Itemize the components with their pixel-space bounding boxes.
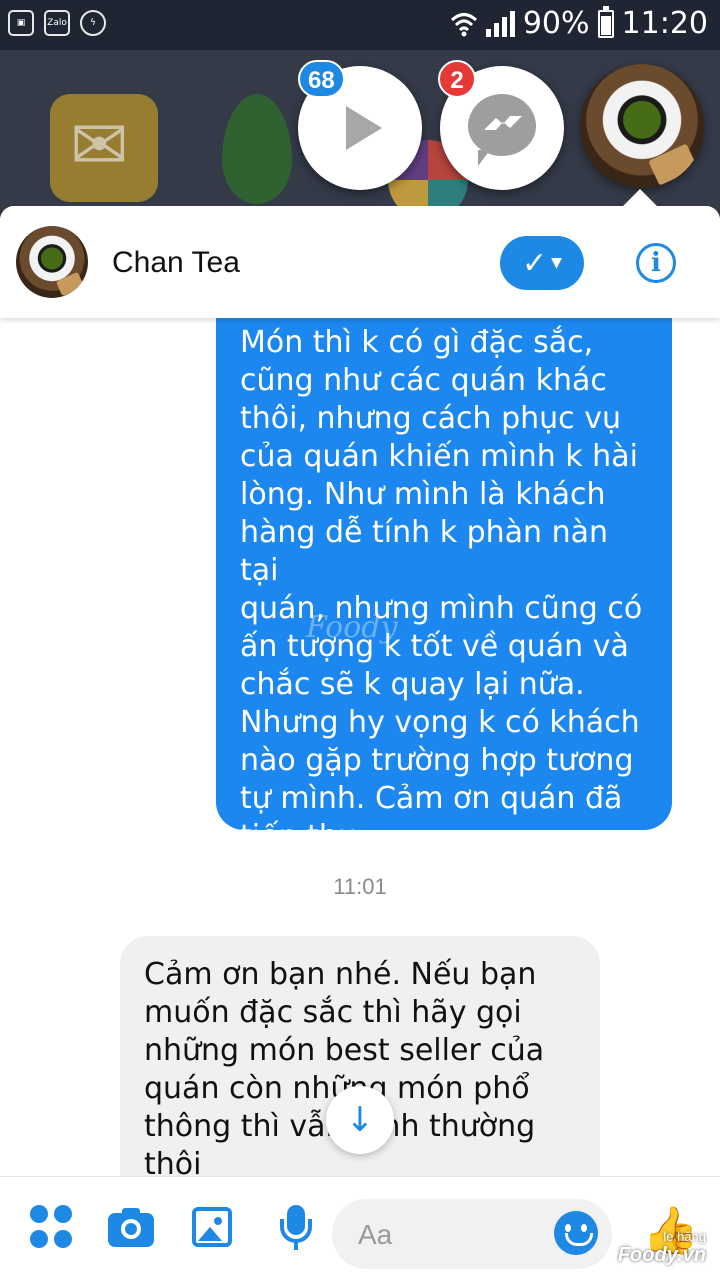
- check-icon: ✓: [522, 245, 548, 281]
- foody-logo-watermark: le hăng Foody.vn: [618, 1229, 706, 1267]
- microphone-icon[interactable]: [278, 1205, 322, 1250]
- messenger-icon: ϟ: [80, 10, 106, 36]
- status-bar: ▣ Zalo ϟ 90% 11:20: [0, 0, 720, 50]
- info-button[interactable]: i: [636, 243, 676, 283]
- conversation-header: Chan Tea ✓ ▼ i: [0, 206, 720, 318]
- conversation-panel: Món thì k có gì đặc sắc, cũng như các qu…: [0, 206, 720, 1280]
- zalo-icon: Zalo: [44, 10, 70, 36]
- snapseed-app-icon: [222, 94, 292, 204]
- zalo-label: Zalo: [47, 18, 67, 28]
- notification-icons: ▣ Zalo ϟ: [8, 10, 106, 36]
- video-badge: 68: [298, 60, 345, 98]
- watermark-author: le hăng: [663, 1229, 706, 1244]
- chat-heads-area: 68 2: [0, 50, 720, 210]
- outgoing-message[interactable]: Món thì k có gì đặc sắc, cũng như các qu…: [216, 284, 672, 854]
- composer-bar: Aa 👍 le hăng Foody.vn: [0, 1176, 720, 1280]
- email-app-icon: [50, 94, 158, 202]
- contact-name[interactable]: Chan Tea: [112, 246, 240, 280]
- emoji-icon[interactable]: [554, 1211, 598, 1255]
- battery-percent: 90%: [522, 6, 590, 41]
- system-indicators: 90% 11:20: [450, 5, 708, 41]
- message-input-placeholder: Aa: [358, 1219, 393, 1250]
- camera-icon[interactable]: [108, 1205, 154, 1249]
- more-apps-icon[interactable]: [30, 1205, 74, 1249]
- contact-avatar[interactable]: [16, 226, 88, 298]
- wifi-icon: [450, 12, 477, 36]
- play-icon: [346, 106, 382, 150]
- chevron-down-icon: ▼: [551, 255, 562, 271]
- gallery-icon[interactable]: [192, 1205, 236, 1249]
- message-timestamp: 11:01: [333, 874, 387, 899]
- clock: 11:20: [621, 6, 708, 41]
- foody-watermark: Foody: [306, 610, 398, 645]
- status-dropdown-button[interactable]: ✓ ▼: [500, 236, 584, 290]
- image-icon: ▣: [8, 10, 34, 36]
- arrow-down-icon: ↓: [345, 1100, 375, 1140]
- messenger-badge: 2: [438, 60, 476, 98]
- watermark-brand: Foody.vn: [617, 1244, 706, 1266]
- message-list[interactable]: Món thì k có gì đặc sắc, cũng như các qu…: [0, 206, 720, 1280]
- battery-icon: [597, 5, 614, 38]
- scroll-to-bottom-button[interactable]: ↓: [326, 1086, 394, 1154]
- signal-icon: [485, 10, 515, 37]
- messenger-icon: [468, 94, 536, 166]
- chan-tea-chat-head[interactable]: [580, 64, 704, 188]
- message-input[interactable]: Aa: [332, 1199, 612, 1269]
